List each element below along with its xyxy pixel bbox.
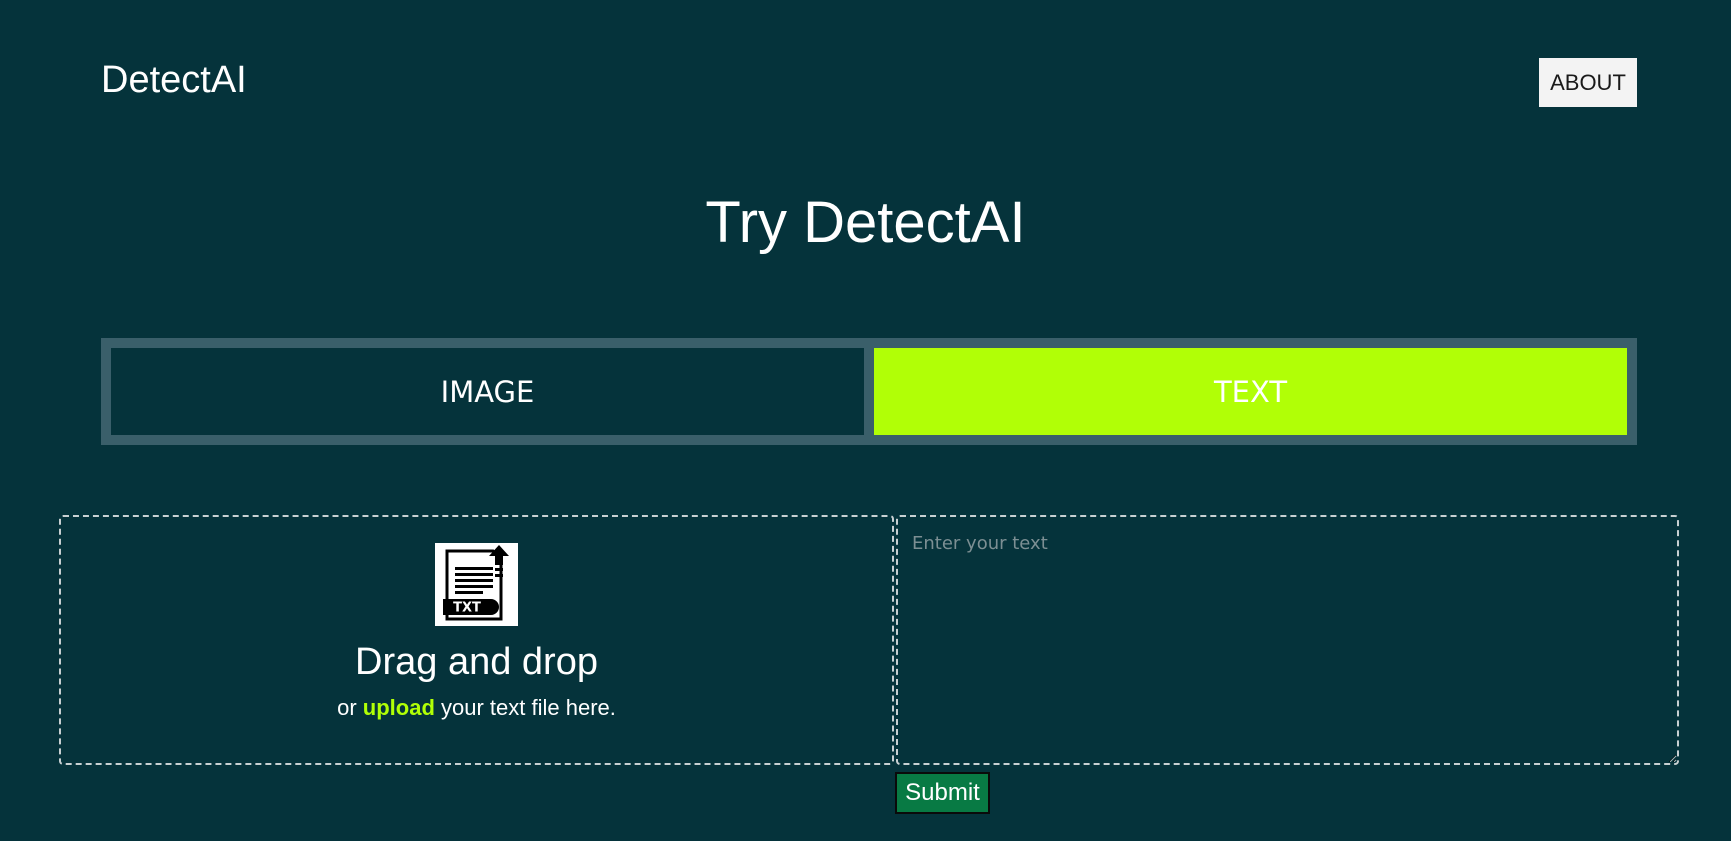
file-dropzone[interactable]: TXT Drag and drop or upload your text fi… — [59, 515, 894, 765]
upload-link[interactable]: upload — [363, 695, 435, 720]
submit-button[interactable]: Submit — [895, 772, 990, 814]
page: DetectAI ABOUT Try DetectAI IMAGE TEXT T… — [0, 0, 1731, 841]
txt-icon-label: TXT — [453, 601, 481, 616]
dropzone-subtitle: or upload your text file here. — [337, 694, 616, 722]
dropzone-title: Drag and drop — [355, 641, 598, 683]
tab-text[interactable]: TEXT — [874, 348, 1627, 435]
text-input[interactable] — [896, 515, 1679, 765]
page-title: Try DetectAI — [705, 190, 1026, 255]
txt-file-upload-icon: TXT — [435, 543, 518, 626]
dropzone-sub-suffix: your text file here. — [441, 695, 616, 720]
mode-tabs: IMAGE TEXT — [101, 338, 1637, 445]
about-button[interactable]: ABOUT — [1539, 58, 1637, 107]
brand-logo[interactable]: DetectAI — [101, 58, 247, 102]
dropzone-sub-prefix: or — [337, 695, 357, 720]
tab-image[interactable]: IMAGE — [111, 348, 864, 435]
